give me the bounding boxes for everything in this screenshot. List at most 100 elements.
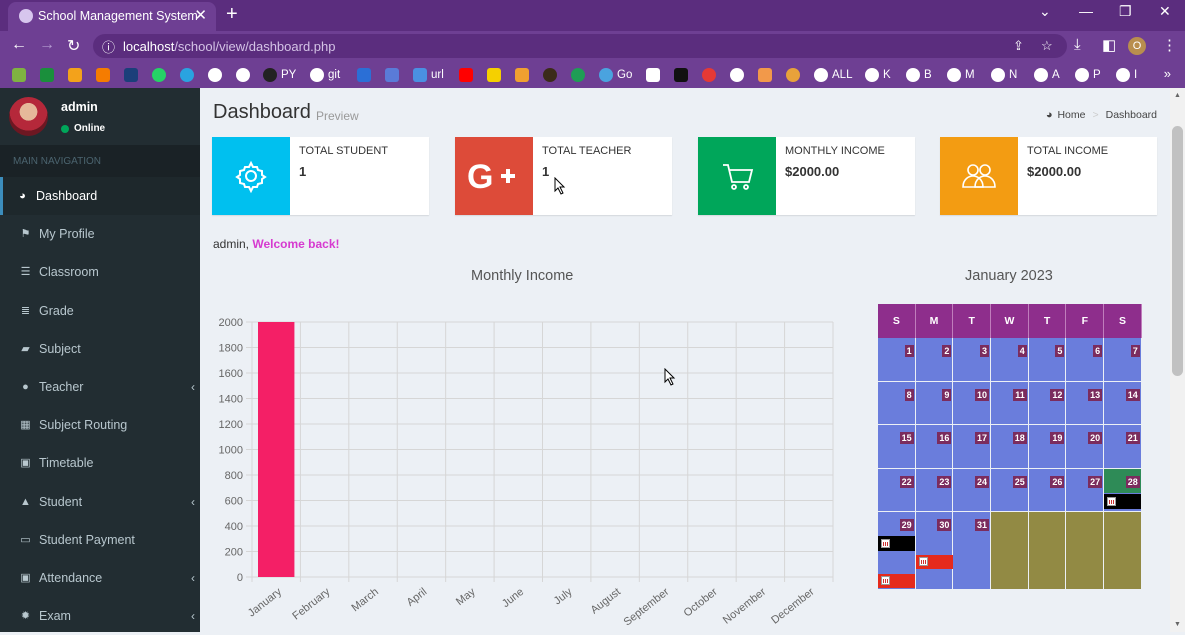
sidebar-item-classroom[interactable]: ☰ Classroom [0,253,200,291]
calendar-day-cell[interactable]: 27 [1066,468,1105,512]
bookmark-item[interactable] [543,67,561,83]
calendar-day-cell[interactable]: 22 [878,468,916,512]
calendar-day-cell[interactable]: 3 [953,338,992,382]
bookmark-item[interactable] [730,67,748,83]
bar-january[interactable] [258,322,295,577]
sidebar-item-student-payment[interactable]: ▭ Student Payment [0,521,200,559]
bookmark-item[interactable]: A [1034,67,1060,83]
share-icon[interactable]: ⇪ [1013,38,1024,54]
bookmark-item[interactable] [674,67,692,83]
calendar-day-cell[interactable]: 8 [878,381,916,425]
sidebar-item-student[interactable]: ▲ Student ‹ [0,483,200,521]
sidebar-item-subject-routing[interactable]: ▦ Subject Routing [0,406,200,444]
bookmark-item[interactable] [357,67,375,83]
sidebar-item-exam[interactable]: ✹ Exam ‹ [0,597,200,635]
bookmark-item[interactable] [208,67,226,83]
calendar-day-cell[interactable]: 16 [915,425,954,469]
side-panel-icon[interactable]: ◧ [1102,36,1116,54]
sidebar-item-attendance[interactable]: ▣ Attendance ‹ [0,559,200,597]
bookmark-item[interactable] [758,67,776,83]
site-info-icon[interactable]: ⓘ [102,37,115,56]
sidebar-item-grade[interactable]: ≣ Grade [0,292,200,330]
back-icon[interactable]: ← [11,36,27,54]
calendar-day-cell[interactable]: 7 [1104,338,1142,382]
calendar-day-cell[interactable]: 2 [915,338,954,382]
bookmark-item[interactable] [12,67,30,83]
calendar-event[interactable] [878,574,915,588]
url-input[interactable]: ⓘ localhost/school/view/dashboard.php ⇪ … [93,34,1067,58]
calendar-event[interactable] [915,555,953,569]
bookmark-item[interactable]: git [310,67,340,83]
scroll-up-icon[interactable]: ▲ [1174,92,1181,99]
calendar-day-cell[interactable]: 24 [953,468,992,512]
sidebar-item-teacher[interactable]: ● Teacher ‹ [0,368,200,406]
bookmark-item[interactable]: PY [263,67,296,83]
bookmark-item[interactable] [180,67,198,83]
calendar-day-cell[interactable]: 15 [878,425,916,469]
calendar-day-cell[interactable]: 26 [1028,468,1067,512]
bookmark-item[interactable] [385,67,403,83]
calendar-event[interactable] [878,536,915,551]
bookmark-item[interactable]: I [1116,67,1137,83]
restore-icon[interactable]: ❐ [1119,3,1132,20]
profile-avatar[interactable]: O [1128,37,1146,55]
sidebar-item-timetable[interactable]: ▣ Timetable [0,444,200,482]
calendar-day-cell[interactable]: 17 [953,425,992,469]
calendar-day-cell[interactable]: 30 [915,512,954,590]
bookmark-item[interactable] [236,67,254,83]
calendar-day-cell[interactable]: 19 [1028,425,1067,469]
bookmark-item[interactable] [124,67,142,83]
sidebar-item-subject[interactable]: ▰ Subject [0,330,200,368]
calendar-day-cell[interactable]: 28 [1104,468,1142,512]
bookmark-item[interactable] [571,67,589,83]
scroll-down-icon[interactable]: ▼ [1174,621,1181,628]
calendar-day-cell[interactable]: 10 [953,381,992,425]
calendar-day-cell[interactable]: 23 [915,468,954,512]
calendar-day-cell[interactable]: 29 [878,512,916,590]
calendar-day-cell[interactable]: 9 [915,381,954,425]
minimize-icon[interactable]: — [1079,3,1093,19]
calendar-day-cell[interactable]: 11 [991,381,1029,425]
reload-icon[interactable]: ↻ [67,36,80,56]
bookmark-item[interactable] [40,67,58,83]
bookmark-item[interactable]: Go [599,67,632,83]
calendar-day-cell[interactable]: 12 [1028,381,1067,425]
bookmark-item[interactable] [487,67,505,83]
calendar-day-cell[interactable]: 21 [1104,425,1142,469]
bookmark-item[interactable] [515,67,533,83]
calendar-day-cell[interactable]: 4 [991,338,1029,382]
browser-tab[interactable]: School Management System ✕ [8,2,216,31]
bookmark-item[interactable]: url [413,67,444,83]
forward-icon[interactable]: → [39,36,55,54]
scrollbar-thumb[interactable] [1172,126,1183,376]
menu-icon[interactable]: ⋮ [1162,36,1177,54]
new-tab-button[interactable]: + [226,3,238,26]
bookmark-item[interactable] [96,67,114,83]
bookmark-star-icon[interactable]: ☆ [1041,38,1053,54]
bookmark-item[interactable] [152,67,170,83]
download-icon[interactable]: ⤓ [1074,36,1081,53]
close-window-icon[interactable]: ✕ [1159,3,1171,20]
bookmark-item[interactable] [786,67,804,83]
bookmark-item[interactable]: N [991,67,1017,83]
calendar-day-cell[interactable]: 20 [1066,425,1105,469]
bookmark-item[interactable] [646,67,664,83]
bookmark-item[interactable]: ALL [814,67,852,83]
calendar-day-cell[interactable]: 18 [991,425,1029,469]
bookmark-item[interactable] [702,67,720,83]
breadcrumb-home[interactable]: Home [1057,109,1085,121]
bookmarks-overflow-icon[interactable]: » [1164,66,1171,81]
calendar-day-cell[interactable]: 31 [953,512,992,590]
calendar-event[interactable] [1104,493,1142,509]
sidebar-item-my-profile[interactable]: ⚑ My Profile [0,215,200,253]
sidebar-item-dashboard[interactable]: ◕ Dashboard [0,177,200,216]
calendar-day-cell[interactable]: 13 [1066,381,1105,425]
calendar-day-cell[interactable]: 14 [1104,381,1142,425]
bookmark-item[interactable] [459,67,477,83]
calendar-day-cell[interactable]: 6 [1066,338,1105,382]
bookmark-item[interactable]: M [947,67,975,83]
page-scrollbar[interactable]: ▲ ▼ [1170,88,1185,632]
calendar-day-cell[interactable]: 1 [878,338,916,382]
bookmark-item[interactable]: K [865,67,891,83]
bookmark-item[interactable]: B [906,67,932,83]
